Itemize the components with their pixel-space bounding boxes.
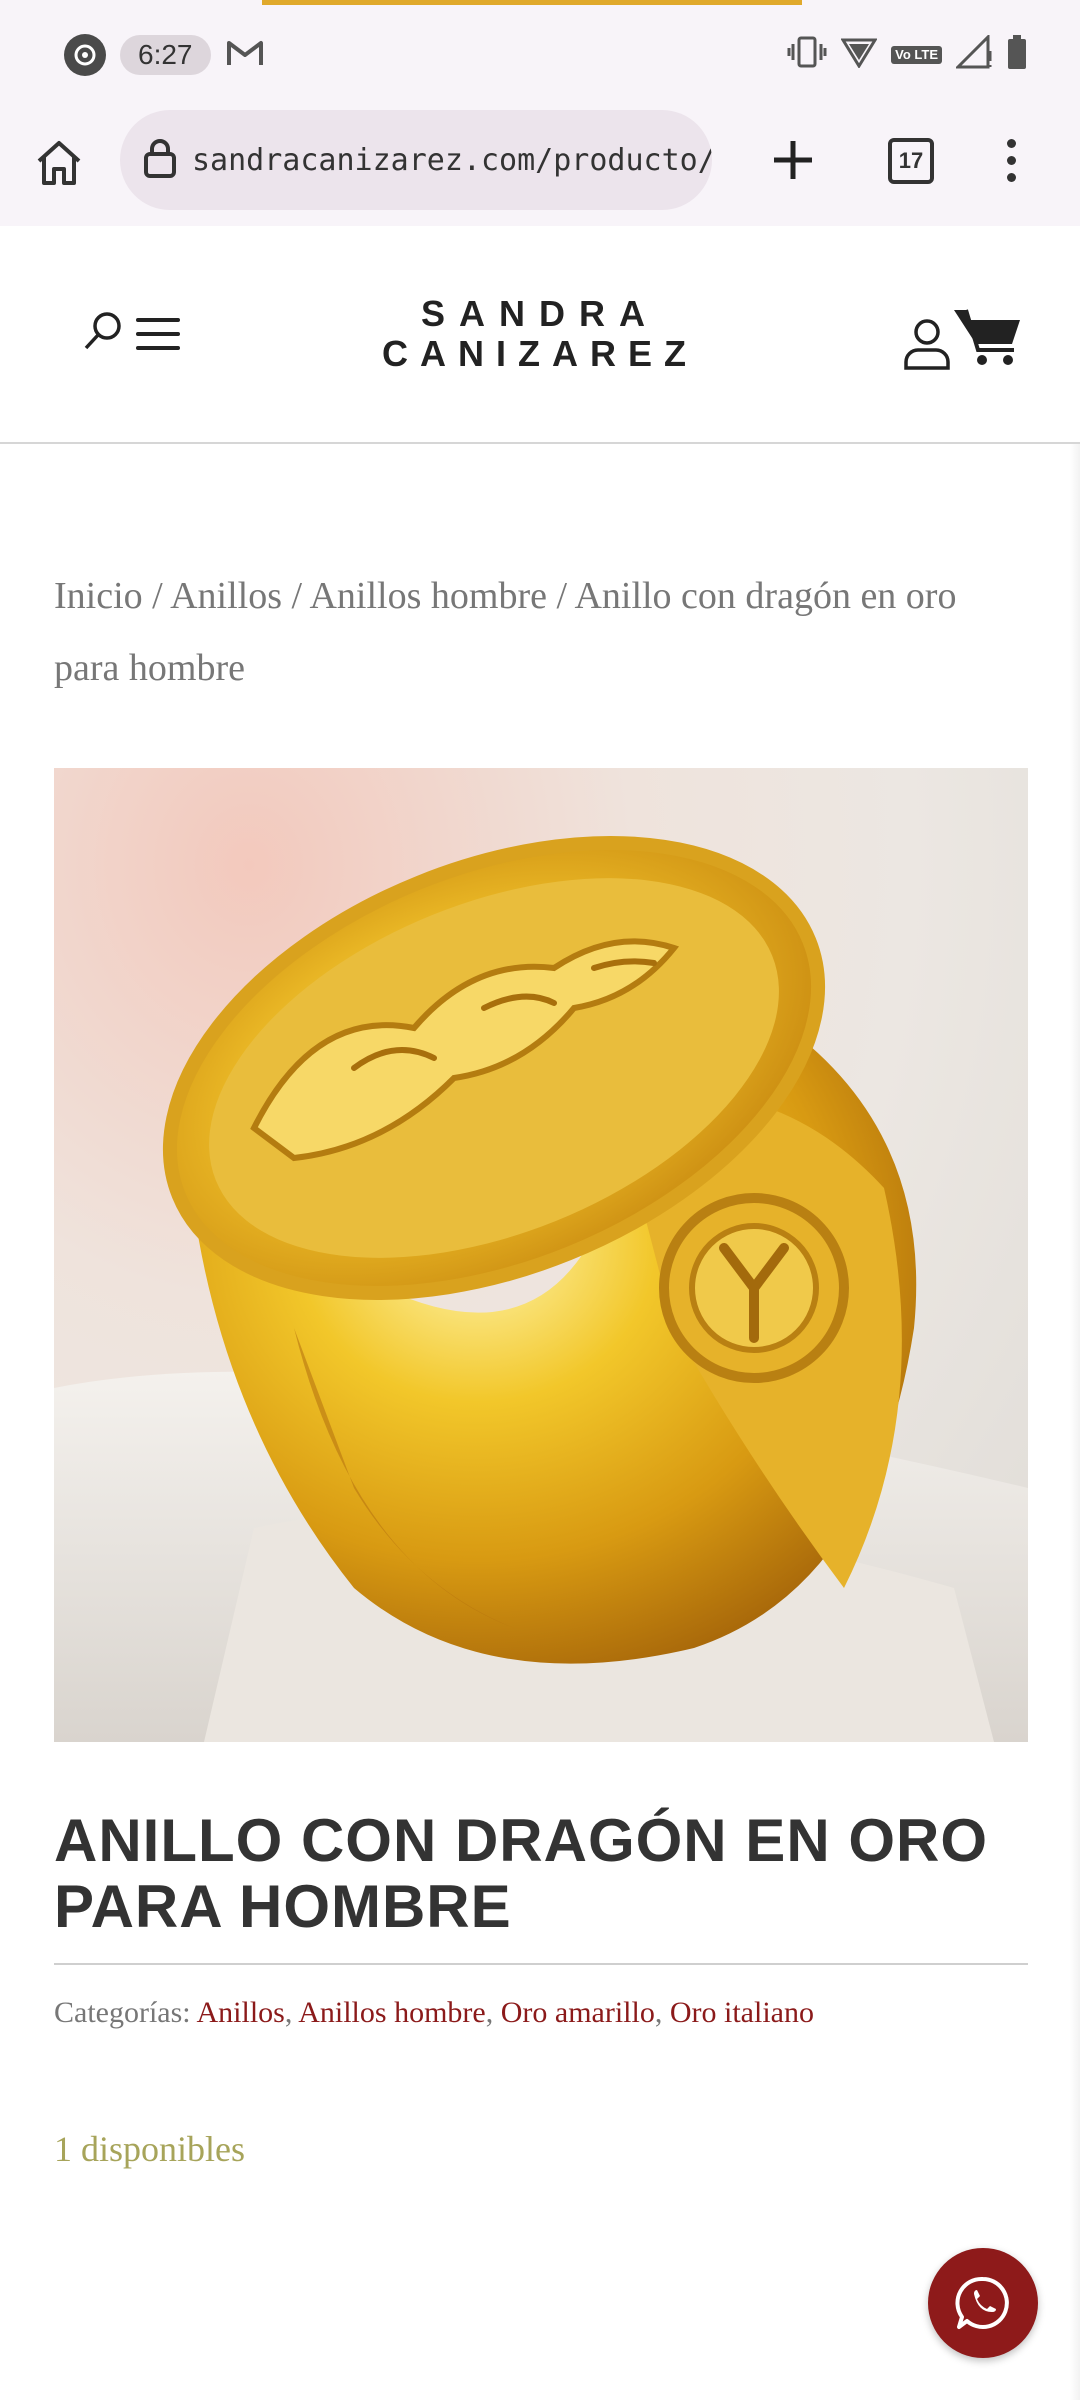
search-button[interactable]	[82, 310, 124, 352]
categories-label: Categorías:	[54, 1996, 191, 2029]
whatsapp-icon	[955, 2276, 1009, 2329]
cart-icon	[954, 309, 1020, 365]
home-button[interactable]	[30, 134, 88, 192]
browser-menu-button[interactable]	[996, 130, 1026, 190]
url-text: sandracanizarez.com/producto/c	[192, 142, 712, 178]
browser-toolbar: sandracanizarez.com/producto/c 17	[0, 108, 1080, 226]
user-icon	[904, 319, 950, 370]
breadcrumb-item-anillos[interactable]: Anillos	[170, 575, 282, 617]
title-divider	[54, 1963, 1028, 1965]
breadcrumb-separator: /	[152, 575, 163, 617]
category-link-anillos-hombre[interactable]: Anillos hombre	[298, 1996, 486, 2029]
status-time: 6:27	[120, 35, 211, 75]
stock-status: 1 disponibles	[54, 2129, 246, 2169]
logo-line-1: SANDRA	[420, 293, 659, 334]
tab-switcher-button[interactable]: 17	[888, 138, 934, 184]
menu-line	[136, 318, 180, 322]
signal-icon	[954, 33, 992, 74]
breadcrumb-separator: /	[291, 575, 303, 617]
gold-ring-illustration	[54, 836, 1028, 1742]
product-title: ANILLO CON DRAGÓN EN ORO PARA HOMBRE	[54, 1807, 988, 1940]
page-edge-shadow	[1070, 444, 1080, 2400]
new-tab-button[interactable]	[768, 130, 818, 190]
account-button[interactable]	[902, 316, 952, 370]
dot	[1006, 138, 1016, 148]
volte-icon: Vo LTE	[891, 45, 942, 64]
site-logo[interactable]: SANDRA CANIZAREZ	[340, 294, 740, 374]
battery-icon	[1006, 34, 1028, 75]
alarm-icon	[64, 34, 106, 76]
lock-icon	[142, 138, 178, 183]
logo-line-2: CANIZAREZ	[382, 333, 698, 374]
vibrate-icon	[787, 34, 827, 75]
status-bar: 6:27 Vo LTE	[0, 0, 1080, 108]
category-link-oro-italiano[interactable]: Oro italiano	[670, 1996, 814, 2029]
whatsapp-chat-button[interactable]	[928, 2248, 1038, 2358]
menu-line	[136, 332, 180, 336]
menu-line	[136, 346, 180, 350]
category-link-oro-amarillo[interactable]: Oro amarillo	[501, 1996, 655, 2029]
product-image[interactable]	[54, 768, 1028, 1742]
category-link-anillos[interactable]: Anillos	[197, 1996, 285, 2029]
home-icon	[37, 141, 81, 185]
url-bar[interactable]: sandracanizarez.com/producto/c	[120, 110, 712, 210]
breadcrumb-separator: /	[556, 575, 568, 617]
cart-button[interactable]	[952, 304, 1024, 368]
search-icon	[84, 312, 121, 350]
plus-icon	[774, 141, 812, 179]
site-header: SANDRA CANIZAREZ	[0, 226, 1080, 444]
hamburger-menu-button[interactable]	[136, 318, 180, 350]
wifi-icon	[840, 36, 878, 73]
gmail-icon	[225, 37, 265, 74]
breadcrumb-item-anillos-hombre[interactable]: Anillos hombre	[309, 575, 546, 617]
breadcrumb: Inicio / Anillos / Anillos hombre / Anil…	[54, 560, 1024, 704]
page-loading-bar	[262, 0, 802, 5]
product-categories: Categorías: Anillos, Anillos hombre, Oro…	[54, 1996, 814, 2029]
breadcrumb-item-inicio[interactable]: Inicio	[54, 575, 143, 617]
dot	[1006, 172, 1016, 182]
dot	[1006, 155, 1016, 165]
